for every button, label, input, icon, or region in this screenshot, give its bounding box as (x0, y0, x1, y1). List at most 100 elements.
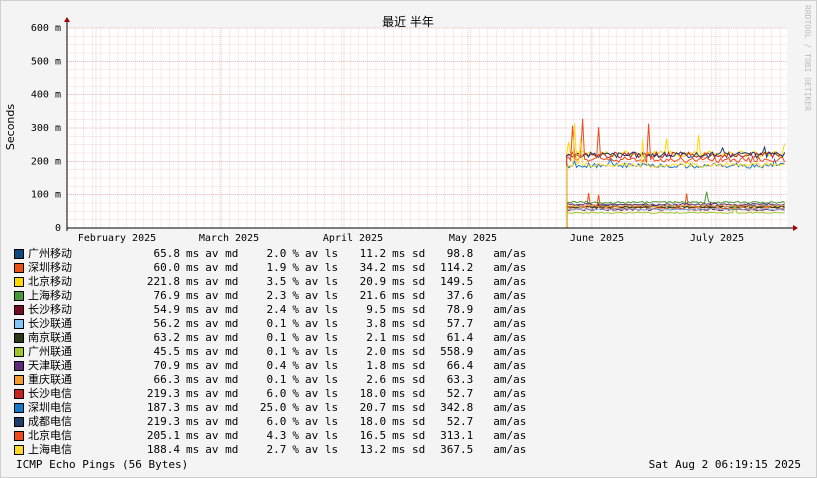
legend-unit-ms: ms (186, 359, 200, 372)
legend-loss: 0.4 (266, 359, 287, 372)
legend: 广州移动 65.8 ms av md 2.0% av ls 11.2 ms sd 98.8 am/… (14, 247, 526, 457)
legend-name: 北京电信 (28, 429, 72, 442)
legend-avg: 187.3 (146, 401, 180, 414)
legend-avg: 65.8 (153, 247, 181, 260)
legend-av-md: av md (205, 303, 239, 316)
legend-unit-ms: ms (186, 373, 200, 386)
legend-avg: 66.3 (153, 373, 181, 386)
x-tick-label: July 2025 (690, 233, 744, 244)
legend-amas-label: am/as (493, 331, 527, 344)
legend-av-ls: av ls (305, 387, 339, 400)
legend-loss: 0.1 (266, 345, 287, 358)
legend-avg: 60.0 (153, 261, 181, 274)
legend-row: 深圳移动 60.0 ms av md 1.9% av ls 34.2 ms sd 114.2 am… (14, 261, 526, 275)
legend-av-ls: av ls (305, 443, 339, 456)
legend-name: 深圳移动 (28, 261, 72, 274)
legend-ms-sd: ms sd (392, 247, 426, 260)
legend-ms-sd: ms sd (392, 275, 426, 288)
legend-avg: 188.4 (146, 443, 180, 456)
legend-swatch (14, 389, 24, 399)
legend-amas: 52.7 (446, 415, 474, 428)
legend-sd: 2.0 (366, 345, 387, 358)
legend-avg: 54.9 (153, 303, 181, 316)
legend-name: 南京联通 (28, 331, 72, 344)
legend-swatch (14, 319, 24, 329)
legend-avg: 205.1 (146, 429, 180, 442)
legend-ms-sd: ms sd (392, 387, 426, 400)
legend-amas-label: am/as (493, 387, 527, 400)
legend-unit-ms: ms (186, 429, 200, 442)
legend-pct: % (292, 401, 299, 414)
legend-row: 南京联通 63.2 ms av md 0.1% av ls 2.1 ms sd 61.4 am/a… (14, 331, 526, 345)
legend-pct: % (292, 429, 299, 442)
legend-amas-label: am/as (493, 359, 527, 372)
legend-amas-label: am/as (493, 345, 527, 358)
legend-name: 成都电信 (28, 415, 72, 428)
legend-swatch (14, 347, 24, 357)
legend-amas-label: am/as (493, 443, 527, 456)
legend-pct: % (292, 303, 299, 316)
legend-row: 北京电信 205.1 ms av md 4.3% av ls 16.5 ms sd 313.1 a… (14, 429, 526, 443)
legend-sd: 11.2 (359, 247, 387, 260)
legend-amas-label: am/as (493, 429, 527, 442)
legend-name: 广州联通 (28, 345, 72, 358)
legend-av-ls: av ls (305, 401, 339, 414)
legend-sd: 21.6 (359, 289, 387, 302)
legend-av-ls: av ls (305, 261, 339, 274)
legend-av-md: av md (205, 401, 239, 414)
legend-amas: 57.7 (446, 317, 474, 330)
legend-sd: 34.2 (359, 261, 387, 274)
x-tick-label: February 2025 (78, 233, 156, 244)
legend-name: 长沙电信 (28, 387, 72, 400)
legend-pct: % (292, 373, 299, 386)
legend-amas-label: am/as (493, 373, 527, 386)
legend-avg: 221.8 (146, 275, 180, 288)
legend-swatch (14, 263, 24, 273)
legend-amas-label: am/as (493, 401, 527, 414)
legend-loss: 6.0 (266, 415, 287, 428)
legend-av-ls: av ls (305, 289, 339, 302)
y-tick-label: 600 m (31, 23, 61, 34)
legend-loss: 0.1 (266, 317, 287, 330)
legend-av-md: av md (205, 387, 239, 400)
legend-amas: 61.4 (446, 331, 474, 344)
legend-unit-ms: ms (186, 317, 200, 330)
legend-amas-label: am/as (493, 247, 527, 260)
legend-swatch (14, 431, 24, 441)
legend-name: 长沙移动 (28, 303, 72, 316)
legend-ms-sd: ms sd (392, 429, 426, 442)
legend-unit-ms: ms (186, 415, 200, 428)
legend-ms-sd: ms sd (392, 331, 426, 344)
y-axis-label: Seconds (4, 104, 17, 150)
legend-av-md: av md (205, 331, 239, 344)
legend-amas: 63.3 (446, 373, 474, 386)
legend-amas-label: am/as (493, 303, 527, 316)
legend-pct: % (292, 331, 299, 344)
legend-sd: 3.8 (366, 317, 387, 330)
legend-av-ls: av ls (305, 373, 339, 386)
legend-av-md: av md (205, 415, 239, 428)
y-tick-label: 200 m (31, 156, 61, 167)
legend-pct: % (292, 387, 299, 400)
legend-ms-sd: ms sd (392, 373, 426, 386)
legend-swatch (14, 375, 24, 385)
legend-unit-ms: ms (186, 331, 200, 344)
legend-amas-label: am/as (493, 261, 527, 274)
legend-swatch (14, 403, 24, 413)
legend-av-md: av md (205, 359, 239, 372)
legend-loss: 2.7 (266, 443, 287, 456)
x-tick-label: April 2025 (323, 233, 383, 244)
legend-row: 成都电信 219.3 ms av md 6.0% av ls 18.0 ms sd 52.7 am… (14, 415, 526, 429)
legend-pct: % (292, 247, 299, 260)
rrdtool-watermark: RRDTOOL / TOBI OETIKER (803, 5, 812, 111)
legend-row: 广州联通 45.5 ms av md 0.1% av ls 2.0 ms sd 558.9 am/… (14, 345, 526, 359)
legend-amas: 37.6 (446, 289, 474, 302)
legend-ms-sd: ms sd (392, 317, 426, 330)
legend-unit-ms: ms (186, 345, 200, 358)
legend-name: 重庆联通 (28, 373, 72, 386)
legend-row: 长沙联通 56.2 ms av md 0.1% av ls 3.8 ms sd 57.7 am/a… (14, 317, 526, 331)
legend-ms-sd: ms sd (392, 303, 426, 316)
y-tick-label: 0 (55, 223, 61, 234)
legend-av-ls: av ls (305, 275, 339, 288)
x-tick-label: May 2025 (449, 233, 497, 244)
